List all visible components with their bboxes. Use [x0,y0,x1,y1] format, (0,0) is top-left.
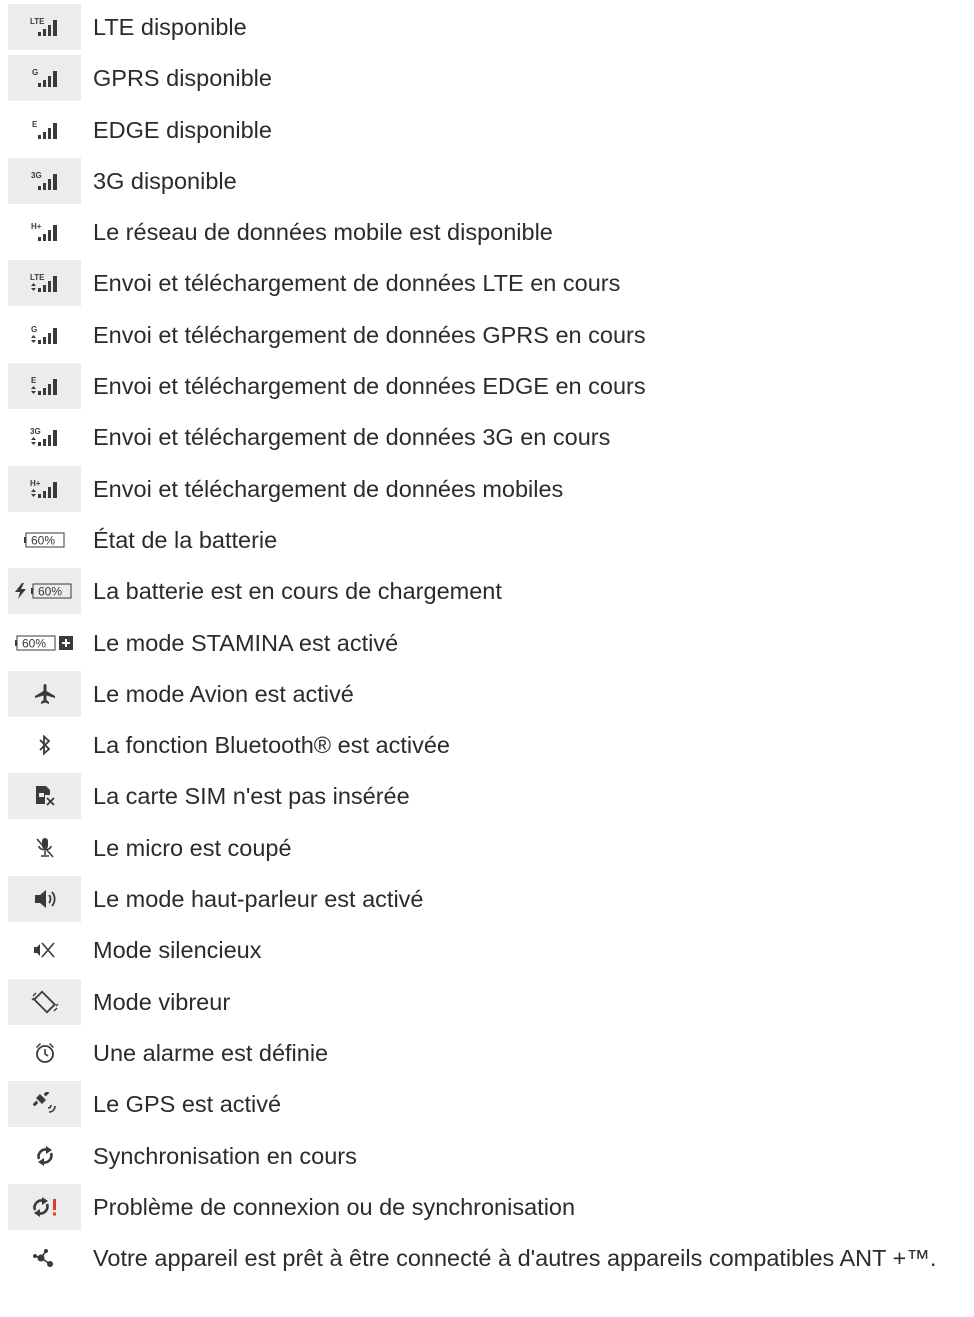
table-row: E Envoi et téléchargement de données EDG… [8,363,974,414]
table-row: Une alarme est définie [8,1030,974,1081]
list-item-label: GPRS disponible [93,65,272,92]
table-row: Le mode Avion est activé [8,670,974,722]
speaker-icon [8,876,81,923]
edge-transfer-icon: E [8,363,81,410]
table-row: Votre appareil est prêt à être connecté … [8,1235,974,1317]
table-row: La carte SIM n'est pas insérée [8,773,974,824]
3g-transfer-icon: 3G [8,414,81,460]
svg-text:3G: 3G [31,171,42,180]
sync-icon [8,1133,81,1179]
ant-plus-icon [8,1235,81,1281]
list-item-label: Le GPS est activé [93,1091,282,1118]
table-row: 60% La batterie est en cours de chargeme… [8,568,974,619]
airplane-icon [8,670,81,717]
list-item-label: État de la batterie [93,526,278,553]
list-item-label: Envoi et téléchargement de données GPRS … [93,321,646,348]
table-row: Le micro est coupé [8,825,974,876]
list-item-label: Envoi et téléchargement de données EDGE … [93,373,646,400]
list-item-label: Synchronisation en cours [93,1142,357,1169]
status-icon-table: LTE LTE disponible G GPRS disponible E E… [8,4,974,1317]
list-item-label: Mode silencieux [93,937,262,964]
battery-icon: 60% [8,517,81,563]
list-item-label: Le mode Avion est activé [93,680,354,707]
lte-signal-icon: LTE [8,4,81,50]
svg-text:LTE: LTE [30,17,45,26]
list-item-label: La fonction Bluetooth® est activée [93,732,450,759]
gprs-signal-icon: G [8,55,81,102]
list-item-label: Mode vibreur [93,988,231,1015]
table-row: Le mode haut-parleur est activé [8,876,974,927]
list-item-label: Le micro est coupé [93,834,292,861]
table-row: Le GPS est activé [8,1081,974,1132]
list-item-label: Le mode STAMINA est activé [93,629,399,656]
table-row: 3G 3G disponible [8,157,974,209]
list-item-label: La batterie est en cours de chargement [93,578,502,605]
table-row: H+ Envoi et téléchargement de données mo… [8,465,974,517]
svg-text:LTE: LTE [30,273,45,282]
list-item-label: Votre appareil est prêt à être connecté … [93,1245,937,1272]
table-row: G Envoi et téléchargement de données GPR… [8,312,974,363]
table-row: Problème de connexion ou de synchronisat… [8,1183,974,1235]
list-item-label: Problème de connexion ou de synchronisat… [93,1193,576,1220]
sync-error-icon [8,1183,81,1230]
list-item-label: Envoi et téléchargement de données mobil… [93,475,564,502]
lte-transfer-icon: LTE [8,260,81,307]
svg-text:H+: H+ [30,479,41,488]
svg-text:60%: 60% [31,533,55,547]
table-row: La fonction Bluetooth® est activée [8,722,974,773]
table-row: Mode vibreur [8,978,974,1030]
table-row: 3G Envoi et téléchargement de données 3G… [8,414,974,465]
list-item-label: Envoi et téléchargement de données 3G en… [93,424,611,451]
list-item-label: Une alarme est définie [93,1039,329,1066]
list-item-label: Le réseau de données mobile est disponib… [93,219,553,246]
mic-muted-icon [8,825,81,871]
table-row: Synchronisation en cours [8,1133,974,1184]
table-row: LTE LTE disponible [8,4,974,55]
svg-text:G: G [31,325,37,334]
bluetooth-icon [8,722,81,768]
table-row: Mode silencieux [8,927,974,978]
table-row: 60% État de la batterie [8,517,974,568]
battery-charging-icon: 60% [8,568,81,615]
table-row: 60% Le mode STAMINA est activé [8,620,974,671]
list-item-label: EDGE disponible [93,116,272,143]
svg-text:E: E [31,376,37,385]
vibrate-icon [8,978,81,1025]
silent-icon [8,927,81,973]
hplus-signal-icon: H+ [8,209,81,255]
svg-text:3G: 3G [30,427,41,436]
edge-signal-icon: E [8,107,81,153]
svg-text:E: E [32,120,38,129]
table-row: LTE Envoi et téléchargement de données L… [8,260,974,311]
gps-icon [8,1081,81,1128]
svg-text:G: G [32,68,38,77]
hplus-transfer-icon: H+ [8,465,81,512]
table-row: G GPRS disponible [8,55,974,106]
list-item-label: Envoi et téléchargement de données LTE e… [93,270,621,297]
gprs-transfer-icon: G [8,312,81,358]
list-item-label: Le mode haut-parleur est activé [93,886,424,913]
list-item-label: LTE disponible [93,14,247,40]
no-sim-icon [8,773,81,820]
alarm-icon [8,1030,81,1076]
svg-text:60%: 60% [38,585,62,599]
svg-text:60%: 60% [22,636,46,650]
list-item-label: La carte SIM n'est pas insérée [93,783,410,810]
svg-text:H+: H+ [31,222,42,231]
stamina-battery-icon: 60% [8,620,81,666]
table-row: E EDGE disponible [8,107,974,158]
list-item-label: 3G disponible [93,167,237,194]
table-row: H+ Le réseau de données mobile est dispo… [8,209,974,260]
3g-signal-icon: 3G [8,157,81,204]
